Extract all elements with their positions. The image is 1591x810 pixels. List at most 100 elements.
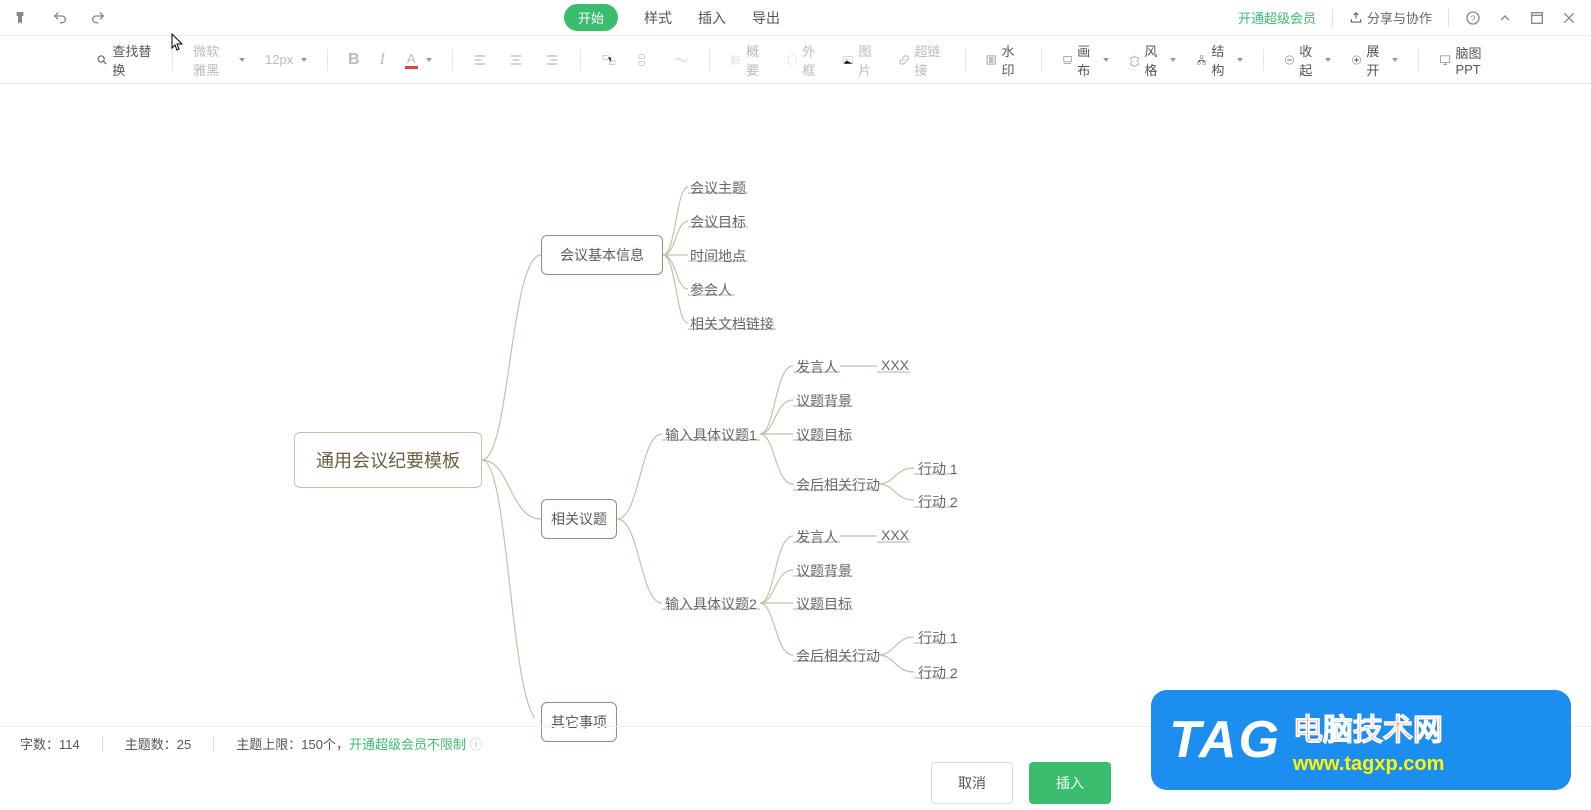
image-button[interactable]: 图片 — [836, 37, 884, 83]
find-replace-label: 查找替换 — [112, 41, 152, 79]
leaf-t2-goal[interactable]: 议题目标 — [796, 594, 852, 614]
separator — [1332, 9, 1333, 27]
align-left-icon[interactable] — [466, 48, 494, 72]
leaf-t2-action2[interactable]: 行动 2 — [918, 663, 958, 683]
close-icon[interactable] — [1561, 10, 1577, 26]
watermark-button[interactable]: 国 水印 — [979, 37, 1027, 83]
leaf-t1-action2[interactable]: 行动 2 — [918, 492, 958, 512]
separator — [327, 49, 328, 71]
leaf-t2-speaker-name[interactable]: XXX — [881, 527, 909, 543]
help-icon[interactable]: ? — [1465, 10, 1481, 26]
leaf-t1-background[interactable]: 议题背景 — [796, 391, 852, 411]
separator — [580, 49, 581, 71]
separator — [172, 49, 173, 71]
tab-style[interactable]: 样式 — [644, 8, 672, 28]
leaf-meeting-goal[interactable]: 会议目标 — [690, 212, 746, 232]
leaf-t1-actions[interactable]: 会后相关行动 — [796, 475, 880, 495]
status-topics: 主题数：25 — [125, 734, 191, 753]
leaf-attendee[interactable]: 参会人 — [690, 280, 732, 300]
watermark-badge: TAG 电脑技术网 www.tagxp.com — [1151, 690, 1571, 790]
node-add-sibling-icon[interactable] — [631, 48, 659, 72]
format-painter-icon[interactable] — [14, 10, 30, 26]
status-limit: 主题上限：150个，开通超级会员不限制 ⓘ — [236, 734, 482, 753]
leaf-topic1[interactable]: 输入具体议题1 — [665, 425, 757, 445]
svg-text:国: 国 — [989, 58, 994, 64]
font-size-select[interactable]: 12px — [259, 48, 313, 71]
watermark-url: www.tagxp.com — [1293, 753, 1445, 776]
status-words: 字数：114 — [20, 734, 80, 753]
help-hint-icon[interactable]: ⓘ — [470, 737, 483, 752]
separator — [1041, 49, 1042, 71]
align-center-icon[interactable] — [502, 48, 530, 72]
link-button[interactable]: 超链接 — [892, 37, 950, 83]
tab-export[interactable]: 导出 — [752, 8, 780, 28]
leaf-t1-speaker-name[interactable]: XXX — [881, 357, 909, 373]
frame-label: 外框 — [802, 41, 822, 79]
leaf-doc-links[interactable]: 相关文档链接 — [690, 314, 774, 334]
leaf-t1-goal[interactable]: 议题目标 — [796, 425, 852, 445]
leaf-t1-action1[interactable]: 行动 1 — [918, 459, 958, 479]
separator — [213, 736, 214, 752]
font-color-button[interactable]: A — [399, 47, 438, 73]
separator — [709, 49, 710, 71]
outline-button[interactable]: 概要 — [724, 37, 772, 83]
collapse-up-icon[interactable] — [1497, 10, 1513, 26]
undo-icon[interactable] — [52, 10, 68, 26]
insert-button[interactable]: 插入 — [1029, 762, 1111, 804]
watermark-cn: 电脑技术网 — [1293, 705, 1445, 749]
separator — [452, 49, 453, 71]
theme-button[interactable]: 风格 — [1123, 37, 1182, 83]
tab-insert[interactable]: 插入 — [698, 8, 726, 28]
share-link[interactable]: 分享与协作 — [1349, 8, 1432, 27]
leaf-t2-speaker[interactable]: 发言人 — [796, 527, 838, 547]
watermark-tag-text: TAG — [1169, 710, 1281, 770]
expand-button[interactable]: 展开 — [1345, 37, 1404, 83]
leaf-t2-actions[interactable]: 会后相关行动 — [796, 646, 880, 666]
canvas-button[interactable]: 画布 — [1056, 37, 1115, 83]
frame-button[interactable]: 外框 — [780, 37, 828, 83]
mindmap-root[interactable]: 通用会议纪要模板 — [294, 432, 482, 488]
fullscreen-icon[interactable] — [1529, 10, 1545, 26]
expand-label: 展开 — [1366, 41, 1384, 79]
font-select[interactable]: 微软雅黑 — [187, 37, 251, 83]
italic-button[interactable]: I — [374, 47, 391, 73]
canvas-label: 画布 — [1077, 41, 1095, 79]
leaf-t1-speaker[interactable]: 发言人 — [796, 357, 838, 377]
leaf-t2-background[interactable]: 议题背景 — [796, 561, 852, 581]
link-label: 超链接 — [915, 41, 945, 79]
mindmap-branch-basic-info[interactable]: 会议基本信息 — [541, 235, 663, 275]
cancel-button[interactable]: 取消 — [931, 762, 1013, 804]
leaf-meeting-subject[interactable]: 会议主题 — [690, 178, 746, 198]
collapse-label: 收起 — [1299, 41, 1317, 79]
separator — [965, 49, 966, 71]
image-label: 图片 — [858, 41, 878, 79]
outline-label: 概要 — [746, 41, 766, 79]
share-label: 分享与协作 — [1367, 8, 1432, 27]
mindmap-canvas[interactable]: 通用会议纪要模板 会议基本信息 相关议题 其它事项 会议主题 会议目标 时间地点… — [0, 84, 1591, 718]
watermark-label: 水印 — [1002, 41, 1022, 79]
leaf-topic2[interactable]: 输入具体议题2 — [665, 594, 757, 614]
vip-link[interactable]: 开通超级会员 — [1238, 8, 1316, 27]
bold-button[interactable]: B — [342, 47, 366, 73]
redo-icon[interactable] — [90, 10, 106, 26]
leaf-time-location[interactable]: 时间地点 — [690, 246, 746, 266]
cursor-icon — [171, 33, 185, 51]
ppt-label: 脑图PPT — [1455, 43, 1495, 77]
separator — [102, 736, 103, 752]
separator — [1418, 49, 1419, 71]
theme-label: 风格 — [1144, 41, 1162, 79]
align-right-icon[interactable] — [538, 48, 566, 72]
separator — [1263, 49, 1264, 71]
tab-start[interactable]: 开始 — [564, 4, 618, 31]
mindmap-branch-topics[interactable]: 相关议题 — [541, 499, 617, 539]
vip-unlimited-link[interactable]: 开通超级会员不限制 — [349, 737, 466, 752]
ppt-button[interactable]: 脑图PPT — [1433, 39, 1501, 81]
node-relation-icon[interactable] — [667, 48, 695, 72]
collapse-button[interactable]: 收起 — [1278, 37, 1337, 83]
separator — [1448, 9, 1449, 27]
structure-button[interactable]: 结构 — [1190, 37, 1249, 83]
find-replace-button[interactable]: 查找替换 — [90, 37, 158, 83]
leaf-t2-action1[interactable]: 行动 1 — [918, 628, 958, 648]
node-add-child-icon[interactable] — [595, 48, 623, 72]
svg-text:?: ? — [1471, 13, 1476, 23]
